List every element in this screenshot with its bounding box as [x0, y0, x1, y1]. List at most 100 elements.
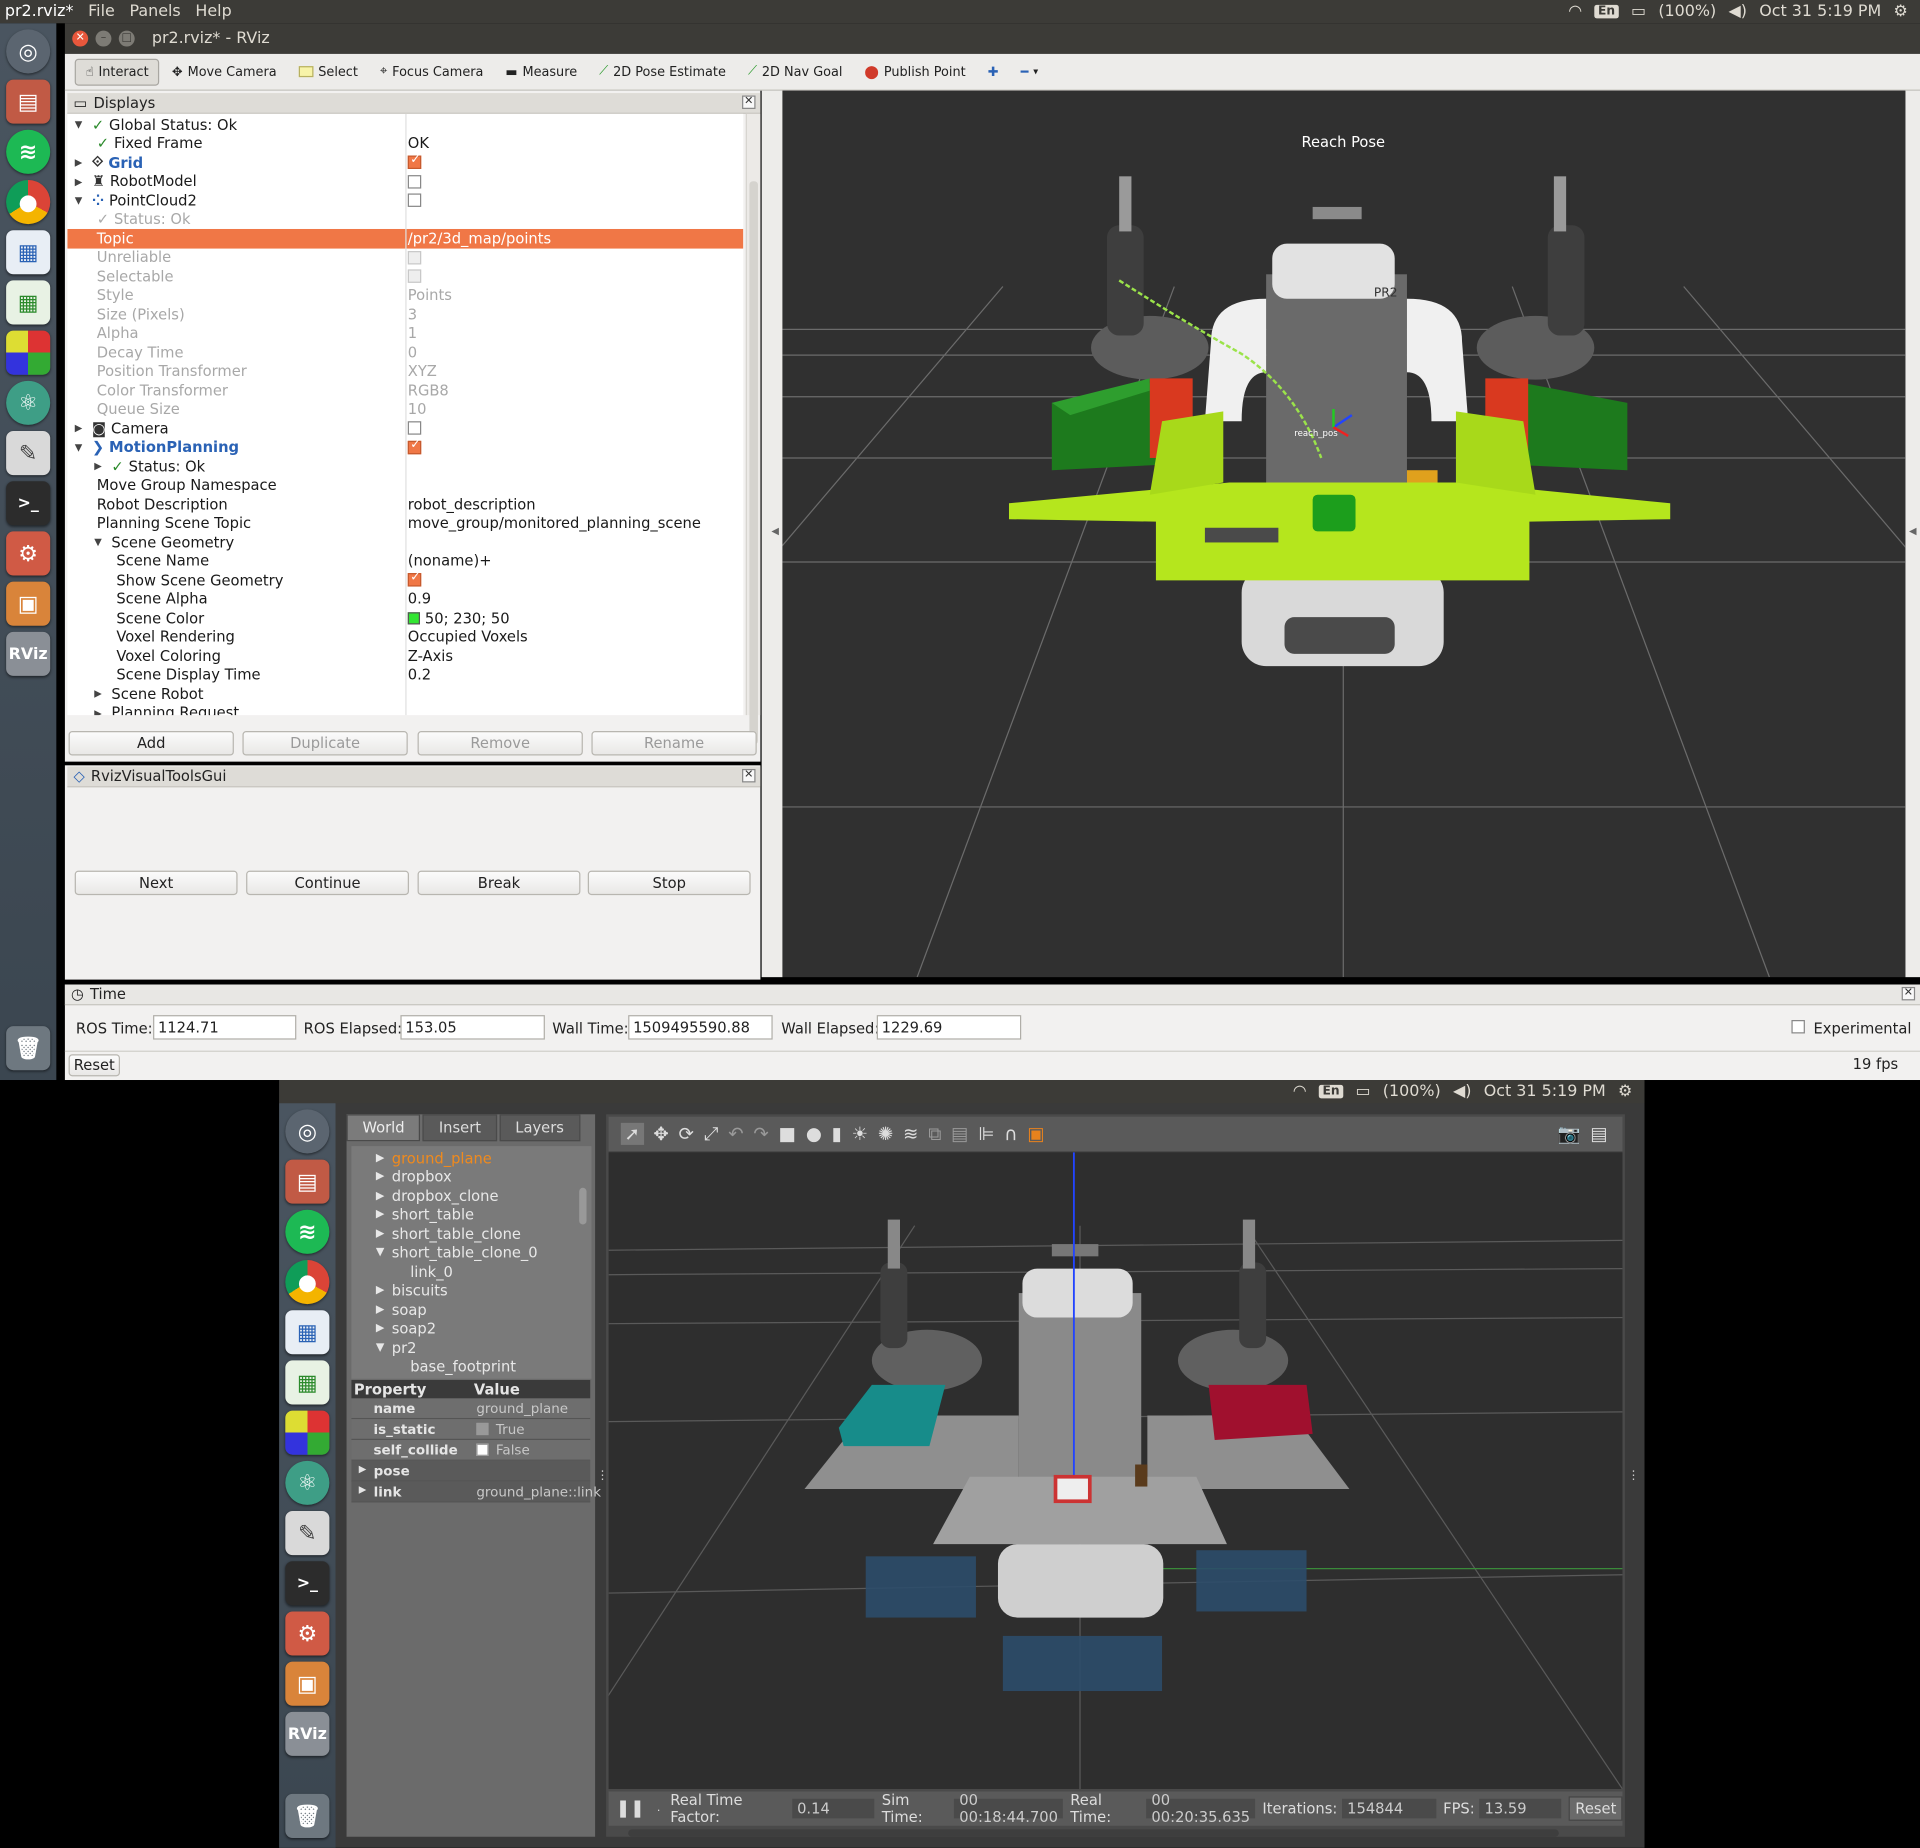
tool-2d-nav-goal[interactable]: ⟋ 2D Nav Goal	[738, 59, 852, 85]
expand-right-icon[interactable]: ▶	[376, 1171, 384, 1183]
writer-icon[interactable]: ▦	[285, 1310, 330, 1355]
property-row[interactable]: ▶ link ground_plane::link	[351, 1481, 601, 1503]
world-tree-item[interactable]: ▶ dropbox	[376, 1168, 452, 1187]
select-mode-icon[interactable]: ➚	[620, 1122, 644, 1145]
clock[interactable]: Oct 31 5:19 PM	[1484, 1082, 1606, 1100]
expand-right-icon[interactable]: ▶	[376, 1228, 384, 1240]
wall-elapsed-field[interactable]: 1229.69	[876, 1015, 1022, 1040]
display-row-value[interactable]: 10	[408, 401, 427, 418]
splitter-handle[interactable]: ◀	[761, 90, 783, 978]
display-row-value[interactable]: 3	[408, 306, 417, 323]
remove-display-button[interactable]: Remove	[417, 731, 583, 756]
log-icon[interactable]: ▤	[1590, 1123, 1607, 1145]
display-row-value[interactable]: XYZ	[408, 363, 437, 380]
impress-icon[interactable]	[285, 1410, 330, 1455]
property-row[interactable]: name ground_plane	[351, 1398, 591, 1420]
duplicate-display-button[interactable]: Duplicate	[242, 731, 408, 756]
close-panel-icon[interactable]: ✕	[742, 768, 756, 783]
menu-file[interactable]: File	[88, 2, 115, 20]
gazebo-tree-scrollbar[interactable]	[579, 1187, 587, 1225]
keyboard-layout[interactable]: En	[1318, 1084, 1344, 1099]
color-swatch[interactable]	[407, 611, 421, 625]
world-tree-item[interactable]: ▶ dropbox_clone	[376, 1187, 499, 1206]
world-tree-item[interactable]: ▶ short_table	[376, 1206, 474, 1225]
ubuntu-dash-icon[interactable]: ◎	[285, 1109, 330, 1154]
displays-scrollbar[interactable]	[745, 113, 761, 745]
display-row-value[interactable]	[407, 193, 426, 208]
tab-layers[interactable]: Layers	[499, 1114, 580, 1142]
redo-icon[interactable]: ↷	[753, 1123, 768, 1145]
battery-icon[interactable]: ▭	[1631, 2, 1646, 20]
translate-icon[interactable]: ✥	[653, 1123, 668, 1145]
tool-move-camera[interactable]: ✥ Move Camera	[162, 59, 286, 83]
scroll-thumb[interactable]	[749, 181, 758, 745]
world-tree-item[interactable]: ▼ short_table_clone_0	[376, 1243, 538, 1262]
settings-gear-icon[interactable]: ⚙	[1618, 1082, 1632, 1100]
point-light-icon[interactable]: ☀	[852, 1123, 868, 1145]
add-tool-button[interactable]: ✚	[978, 59, 1008, 83]
ros-elapsed-field[interactable]: 153.05	[400, 1015, 545, 1040]
snap-icon[interactable]: ∩	[1004, 1123, 1017, 1145]
view-angle-icon[interactable]: ▣	[1027, 1123, 1044, 1145]
volume-icon[interactable]: ◀)	[1728, 2, 1746, 20]
trash-icon[interactable]: 🗑	[6, 1026, 51, 1071]
files-icon[interactable]: ▤	[6, 79, 51, 124]
collapse-left-icon[interactable]: ◀	[771, 525, 779, 536]
box-shape-icon[interactable]: ■	[779, 1123, 796, 1145]
enable-checkbox[interactable]	[407, 269, 422, 284]
rotate-icon[interactable]: ⟳	[679, 1123, 694, 1145]
column-divider[interactable]	[405, 113, 407, 716]
copy-icon[interactable]: ⧉	[928, 1123, 941, 1145]
chrome-icon[interactable]: ●	[285, 1260, 330, 1305]
stop-button[interactable]: Stop	[587, 870, 751, 896]
next-button[interactable]: Next	[74, 870, 238, 896]
property-checkbox[interactable]	[476, 1443, 489, 1456]
install-box-icon[interactable]: ▣	[6, 581, 51, 626]
display-row-value[interactable]: 1	[408, 325, 417, 342]
text-editor-icon[interactable]: ✎	[285, 1511, 330, 1556]
menu-help[interactable]: Help	[195, 2, 231, 20]
align-icon[interactable]: ⊫	[978, 1123, 994, 1145]
break-button[interactable]: Break	[417, 870, 581, 896]
property-value[interactable]: ground_plane::link	[471, 1483, 601, 1499]
atom-icon[interactable]: ⚛	[285, 1460, 330, 1505]
close-panel-icon[interactable]: ✕	[1901, 986, 1916, 1001]
text-editor-icon[interactable]: ✎	[6, 431, 51, 476]
directional-light-icon[interactable]: ≋	[903, 1123, 918, 1145]
tool-publish-point[interactable]: ⬤ Publish Point	[855, 59, 976, 83]
menu-panels[interactable]: Panels	[129, 2, 180, 20]
property-row[interactable]: is_static True	[351, 1419, 591, 1441]
display-row-value[interactable]: RGB8	[408, 382, 449, 399]
right-splitter-handle[interactable]: ◀	[1905, 90, 1920, 978]
undo-icon[interactable]: ↶	[728, 1123, 743, 1145]
tab-world[interactable]: World	[346, 1114, 421, 1142]
rviz-icon[interactable]: RViz	[6, 631, 51, 676]
gazebo-hscrollbar[interactable]	[628, 1829, 1559, 1837]
world-tree-item[interactable]: link_0	[410, 1262, 453, 1281]
expand-right-icon[interactable]: ▶	[94, 461, 106, 472]
close-panel-icon[interactable]: ✕	[742, 95, 756, 109]
world-tree-item[interactable]: ▼ pr2	[376, 1338, 417, 1357]
display-row-value[interactable]: 0	[408, 344, 417, 361]
expand-right-icon[interactable]: ▶	[376, 1152, 384, 1164]
display-row-value[interactable]	[407, 269, 426, 284]
display-row-value[interactable]	[407, 421, 426, 436]
display-row-value[interactable]: Z-Axis	[408, 647, 453, 664]
tool-interact[interactable]: ☝ Interact	[74, 58, 160, 86]
display-row-value[interactable]: (noname)+	[408, 553, 492, 570]
display-row-value[interactable]	[407, 153, 426, 170]
property-row[interactable]: ▶ pose	[351, 1460, 591, 1482]
world-tree-item[interactable]: ▶ short_table_clone	[376, 1225, 521, 1244]
expand-down-icon[interactable]: ▼	[75, 119, 87, 130]
writer-icon[interactable]: ▦	[6, 230, 51, 275]
display-row-value[interactable]: OK	[408, 135, 429, 152]
close-window-icon[interactable]: ✕	[72, 30, 89, 47]
continue-button[interactable]: Continue	[246, 870, 409, 896]
ubuntu-dash-icon[interactable]: ◎	[6, 29, 51, 74]
tool-select[interactable]: Select	[289, 59, 368, 83]
gazebo-3d-view[interactable]	[608, 1152, 1623, 1789]
ros-time-field[interactable]: 1124.71	[153, 1015, 297, 1040]
spot-light-icon[interactable]: ✺	[878, 1123, 893, 1145]
display-row-value[interactable]: move_group/monitored_planning_scene	[408, 515, 701, 532]
expand-right-icon[interactable]: ▶	[376, 1209, 384, 1221]
